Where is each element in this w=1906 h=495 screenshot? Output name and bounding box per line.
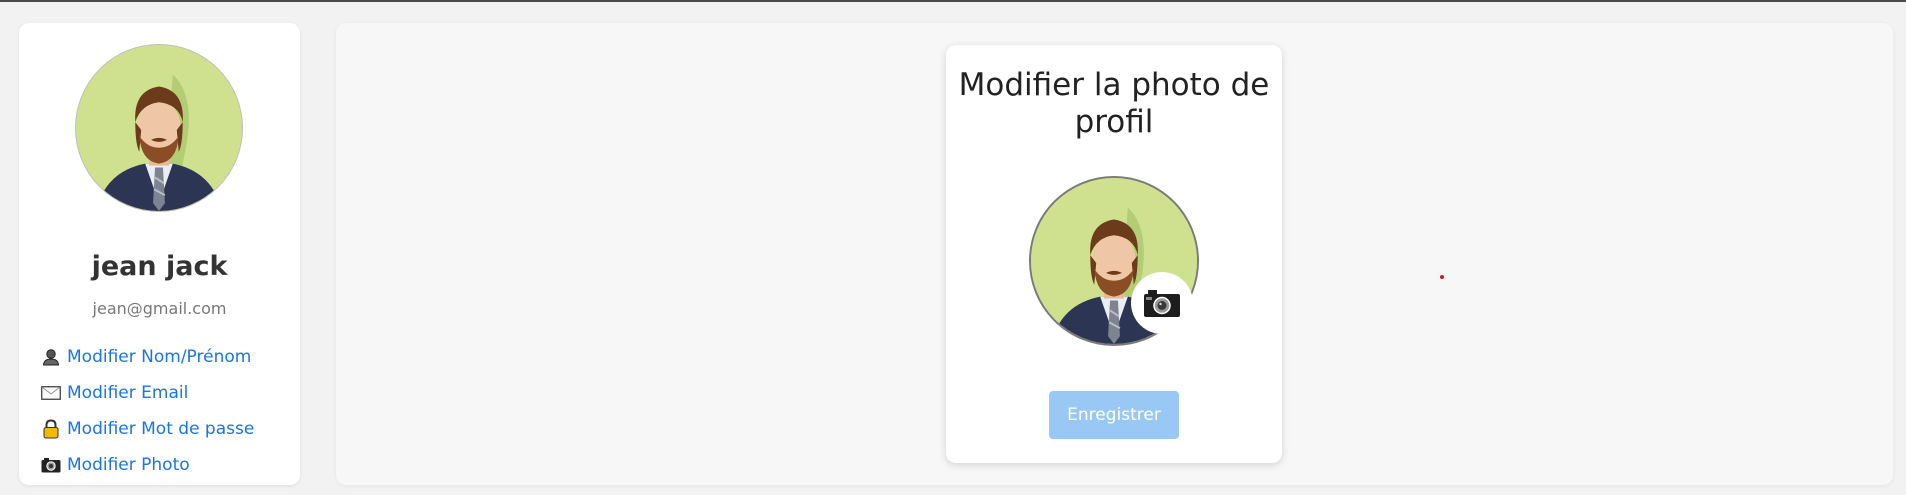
user-email: jean@gmail.com: [92, 299, 227, 318]
menu-item-label: Modifier Photo: [67, 455, 190, 475]
save-button[interactable]: Enregistrer: [1049, 391, 1179, 439]
user-icon: [41, 347, 61, 367]
menu-item-label: Modifier Mot de passe: [67, 419, 255, 439]
camera-icon: [41, 455, 61, 475]
avatar: [75, 44, 243, 212]
card-title: Modifier la photo de profil: [958, 67, 1270, 140]
profile-menu: Modifier Nom/Prénom Modifier Email Modif…: [41, 339, 291, 483]
lock-icon: [41, 419, 61, 439]
menu-item-edit-photo[interactable]: Modifier Photo: [41, 447, 291, 483]
top-border: [0, 0, 1906, 2]
camera-icon: [1144, 290, 1180, 317]
menu-item-label: Modifier Nom/Prénom: [67, 347, 252, 367]
profile-avatar-icon: [76, 45, 242, 211]
profile-sidebar: jean jack jean@gmail.com Modifier Nom/Pr…: [19, 23, 300, 485]
change-photo-button[interactable]: [1131, 272, 1193, 334]
envelope-icon: [41, 383, 61, 403]
menu-item-edit-name[interactable]: Modifier Nom/Prénom: [41, 339, 291, 375]
cursor-dot: [1440, 275, 1444, 279]
menu-item-edit-password[interactable]: Modifier Mot de passe: [41, 411, 291, 447]
edit-photo-card: Modifier la photo de profil Enregistrer: [946, 45, 1282, 463]
user-name: jean jack: [91, 251, 228, 282]
menu-item-label: Modifier Email: [67, 383, 189, 403]
menu-item-edit-email[interactable]: Modifier Email: [41, 375, 291, 411]
